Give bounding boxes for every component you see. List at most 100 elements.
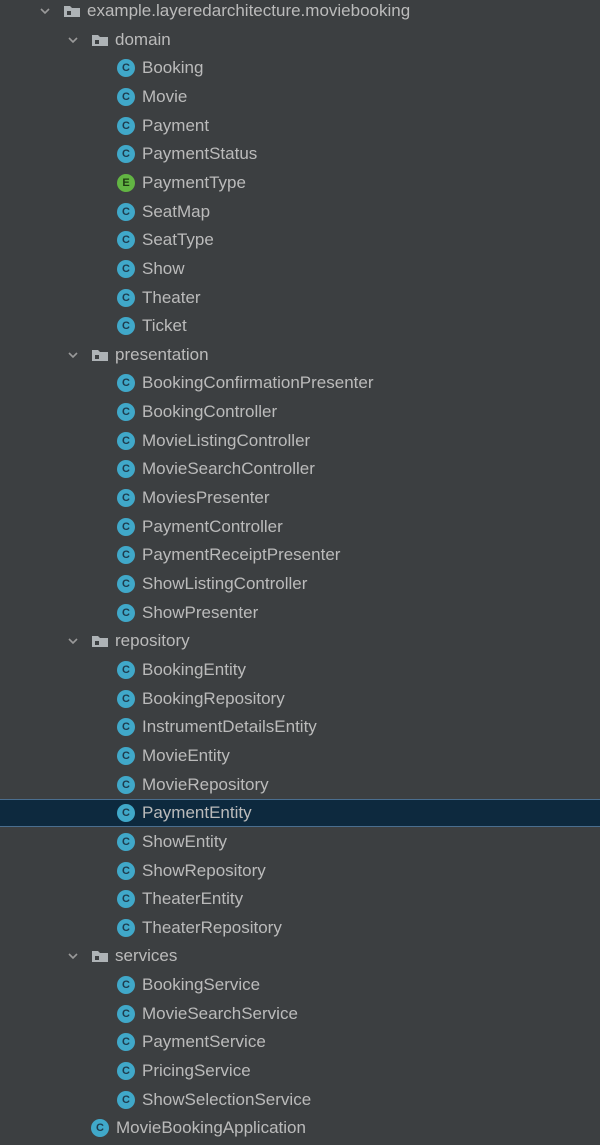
- tree-node-label: Booking: [142, 58, 204, 78]
- class-node-theater-entity[interactable]: C TheaterEntity: [0, 885, 600, 913]
- class-icon: C: [117, 575, 135, 593]
- chevron-down-icon[interactable]: [66, 33, 80, 47]
- class-icon: C: [117, 718, 135, 737]
- tree-node-label: MovieSearchController: [142, 459, 315, 479]
- chevron-down-icon[interactable]: [38, 4, 52, 18]
- class-node-movie-repository[interactable]: C MovieRepository: [0, 771, 600, 799]
- tree-node-label: domain: [115, 29, 171, 49]
- class-icon: C: [117, 918, 135, 937]
- tree-node-label: example.layeredarchitecture.moviebooking: [87, 1, 411, 20]
- tree-node-label: PricingService: [142, 1061, 251, 1081]
- class-icon: C: [117, 976, 135, 995]
- tree-node-label: ShowSelectionService: [142, 1089, 312, 1109]
- tree-node-label: PaymentStatus: [142, 144, 258, 164]
- class-icon: C: [117, 202, 135, 221]
- tree-node-label: TheaterEntity: [142, 889, 244, 909]
- package-node-repository[interactable]: repository: [0, 627, 600, 655]
- class-icon: C: [117, 317, 135, 336]
- class-icon: C: [117, 231, 135, 250]
- class-node-movie-booking-application[interactable]: C MovieBookingApplication: [0, 1114, 600, 1142]
- class-icon: C: [117, 145, 135, 164]
- class-icon: C: [117, 374, 135, 393]
- package-folder-icon: [90, 633, 110, 649]
- class-node-payment-service[interactable]: C PaymentService: [0, 1028, 600, 1056]
- package-folder-icon: [90, 32, 110, 48]
- tree-node-label: MovieBookingApplication: [116, 1118, 306, 1138]
- tree-node-label: SeatMap: [142, 201, 211, 221]
- tree-node-label: BookingEntity: [142, 659, 246, 679]
- class-node-movies-presenter[interactable]: C MoviesPresenter: [0, 484, 600, 512]
- chevron-down-icon[interactable]: [66, 634, 80, 648]
- class-node-booking-service[interactable]: C BookingService: [0, 971, 600, 999]
- class-node-movie[interactable]: C Movie: [0, 83, 600, 111]
- class-icon: C: [117, 460, 135, 479]
- class-node-show-listing-controller[interactable]: C ShowListingController: [0, 570, 600, 598]
- class-node-movie-search-service[interactable]: C MovieSearchService: [0, 1000, 600, 1028]
- tree-node-label: PaymentEntity: [142, 803, 252, 823]
- class-icon: C: [117, 689, 135, 708]
- tree-node-label: services: [115, 946, 178, 966]
- class-node-seat-map[interactable]: C SeatMap: [0, 198, 600, 226]
- tree-node-label: MoviesPresenter: [142, 488, 270, 508]
- class-icon: C: [117, 59, 135, 78]
- tree-node-label: PaymentController: [142, 516, 283, 536]
- chevron-down-icon[interactable]: [66, 348, 80, 362]
- class-node-booking-repository[interactable]: C BookingRepository: [0, 685, 600, 713]
- class-node-booking-confirmation-presenter[interactable]: C BookingConfirmationPresenter: [0, 369, 600, 397]
- class-node-pricing-service[interactable]: C PricingService: [0, 1057, 600, 1085]
- tree-node-label: PaymentService: [142, 1032, 266, 1052]
- tree-node-label: BookingController: [142, 402, 278, 422]
- tree-node-label: BookingConfirmationPresenter: [142, 373, 374, 393]
- package-folder-icon: [62, 3, 82, 19]
- class-icon: C: [117, 1062, 135, 1081]
- class-node-payment-status[interactable]: C PaymentStatus: [0, 140, 600, 168]
- class-icon: C: [117, 775, 135, 794]
- class-node-show-repository[interactable]: C ShowRepository: [0, 857, 600, 885]
- tree-node-label: PaymentType: [142, 172, 246, 192]
- chevron-down-icon[interactable]: [66, 949, 80, 963]
- class-node-booking-controller[interactable]: C BookingController: [0, 398, 600, 426]
- package-node-domain[interactable]: domain: [0, 26, 600, 54]
- package-node-example-layeredarchitecture-moviebooking[interactable]: example.layeredarchitecture.moviebooking: [0, 0, 600, 25]
- class-node-show-entity[interactable]: C ShowEntity: [0, 828, 600, 856]
- class-node-payment[interactable]: C Payment: [0, 112, 600, 140]
- class-node-movie-search-controller[interactable]: C MovieSearchController: [0, 455, 600, 483]
- class-node-booking-entity[interactable]: C BookingEntity: [0, 656, 600, 684]
- class-node-instrument-details-entity[interactable]: C InstrumentDetailsEntity: [0, 713, 600, 741]
- class-node-theater[interactable]: C Theater: [0, 284, 600, 312]
- class-node-show-presenter[interactable]: C ShowPresenter: [0, 599, 600, 627]
- enum-node-payment-type[interactable]: E PaymentType: [0, 169, 600, 197]
- class-node-theater-repository[interactable]: C TheaterRepository: [0, 914, 600, 942]
- tree-node-label: MovieListingController: [142, 430, 311, 450]
- class-node-show-selection-service[interactable]: C ShowSelectionService: [0, 1086, 600, 1114]
- tree-node-label: BookingService: [142, 975, 261, 995]
- class-node-ticket[interactable]: C Ticket: [0, 312, 600, 340]
- class-node-booking[interactable]: C Booking: [0, 54, 600, 82]
- class-node-seat-type[interactable]: C SeatType: [0, 226, 600, 254]
- tree-node-label: repository: [115, 631, 190, 651]
- package-folder-icon: [90, 347, 110, 363]
- class-icon: C: [117, 489, 135, 508]
- class-node-show[interactable]: C Show: [0, 255, 600, 283]
- tree-node-label: BookingRepository: [142, 688, 285, 708]
- tree-node-label: Theater: [142, 287, 201, 307]
- tree-node-label: ShowEntity: [142, 831, 228, 851]
- class-node-payment-controller[interactable]: C PaymentController: [0, 513, 600, 541]
- tree-node-label: PaymentReceiptPresenter: [142, 545, 341, 565]
- tree-node-label: TheaterRepository: [142, 917, 282, 937]
- class-icon: C: [117, 804, 135, 823]
- tree-node-label: ShowRepository: [142, 860, 266, 880]
- tree-node-label: InstrumentDetailsEntity: [142, 717, 317, 737]
- class-node-movie-listing-controller[interactable]: C MovieListingController: [0, 427, 600, 455]
- package-node-presentation[interactable]: presentation: [0, 341, 600, 369]
- class-node-payment-receipt-presenter[interactable]: C PaymentReceiptPresenter: [0, 541, 600, 569]
- class-icon: C: [117, 431, 135, 450]
- package-node-services[interactable]: services: [0, 942, 600, 970]
- project-tree: example.layeredarchitecture.moviebooking…: [0, 0, 600, 1145]
- class-node-payment-entity[interactable]: C PaymentEntity: [0, 799, 600, 828]
- class-icon: C: [117, 288, 135, 307]
- class-icon: C: [117, 517, 135, 536]
- tree-node-label: ShowListingController: [142, 574, 308, 593]
- class-node-movie-entity[interactable]: C MovieEntity: [0, 742, 600, 770]
- class-icon: C: [117, 403, 135, 422]
